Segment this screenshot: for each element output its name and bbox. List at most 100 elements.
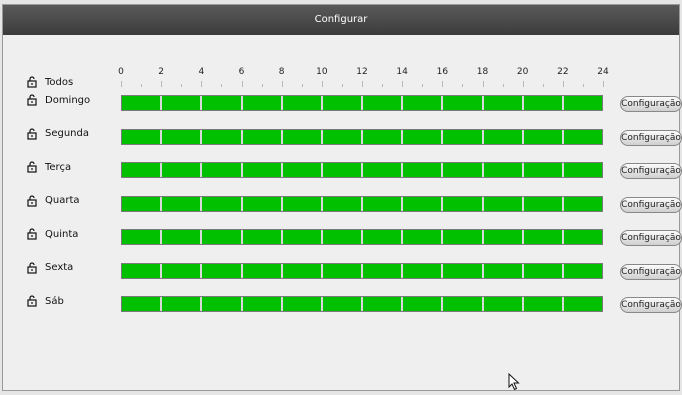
unlock-icon[interactable] bbox=[27, 76, 37, 88]
day-row-label[interactable]: Quarta bbox=[27, 194, 80, 208]
configure-day-button[interactable]: Configuração bbox=[620, 230, 682, 246]
schedule-segment[interactable] bbox=[162, 129, 203, 144]
schedule-segment[interactable] bbox=[323, 163, 364, 177]
schedule-segment[interactable] bbox=[484, 196, 524, 211]
schedule-segment[interactable] bbox=[243, 196, 283, 211]
day-schedule-bar[interactable] bbox=[121, 195, 603, 212]
day-schedule-bar[interactable] bbox=[121, 95, 603, 111]
schedule-segment[interactable] bbox=[403, 297, 444, 311]
schedule-segment[interactable] bbox=[524, 163, 564, 177]
schedule-segment[interactable] bbox=[363, 230, 404, 244]
schedule-segment[interactable] bbox=[202, 163, 243, 177]
schedule-segment[interactable] bbox=[122, 129, 163, 144]
schedule-segment[interactable] bbox=[363, 297, 404, 311]
schedule-segment[interactable] bbox=[443, 129, 484, 144]
schedule-segment[interactable] bbox=[243, 129, 283, 144]
schedule-segment[interactable] bbox=[122, 96, 163, 110]
schedule-segment[interactable] bbox=[243, 297, 283, 311]
day-schedule-bar[interactable] bbox=[121, 262, 603, 279]
schedule-segment[interactable] bbox=[443, 263, 484, 278]
schedule-segment[interactable] bbox=[484, 129, 524, 144]
schedule-segment[interactable] bbox=[243, 96, 283, 110]
schedule-segment[interactable] bbox=[443, 163, 484, 177]
unlock-icon[interactable] bbox=[27, 228, 37, 240]
schedule-segment[interactable] bbox=[162, 196, 203, 211]
day-row-label[interactable]: Terça bbox=[27, 160, 71, 174]
schedule-segment[interactable] bbox=[162, 163, 203, 177]
day-schedule-bar[interactable] bbox=[121, 296, 603, 312]
schedule-segment[interactable] bbox=[283, 129, 323, 144]
configure-day-button[interactable]: Configuração bbox=[620, 196, 682, 213]
unlock-icon[interactable] bbox=[27, 94, 37, 106]
schedule-segment[interactable] bbox=[122, 230, 163, 244]
schedule-segment[interactable] bbox=[323, 230, 364, 244]
schedule-segment[interactable] bbox=[484, 230, 524, 244]
schedule-segment[interactable] bbox=[122, 297, 163, 311]
schedule-segment[interactable] bbox=[524, 96, 564, 110]
schedule-segment[interactable] bbox=[162, 263, 203, 278]
schedule-segment[interactable] bbox=[283, 297, 323, 311]
schedule-segment[interactable] bbox=[363, 96, 404, 110]
day-schedule-bar[interactable] bbox=[121, 162, 603, 178]
schedule-segment[interactable] bbox=[484, 297, 524, 311]
schedule-segment[interactable] bbox=[202, 129, 243, 144]
unlock-icon[interactable] bbox=[27, 194, 37, 207]
schedule-segment[interactable] bbox=[443, 196, 484, 211]
all-days-row[interactable]: Todos bbox=[27, 75, 73, 89]
schedule-segment[interactable] bbox=[283, 96, 323, 110]
schedule-segment[interactable] bbox=[323, 297, 364, 311]
schedule-segment[interactable] bbox=[323, 263, 364, 278]
schedule-segment[interactable] bbox=[484, 96, 524, 110]
schedule-segment[interactable] bbox=[323, 129, 364, 144]
schedule-segment[interactable] bbox=[564, 130, 602, 144]
schedule-segment[interactable] bbox=[564, 197, 602, 211]
schedule-segment[interactable] bbox=[524, 263, 564, 278]
schedule-segment[interactable] bbox=[524, 230, 564, 244]
configure-day-button[interactable]: Configuração bbox=[620, 96, 682, 112]
day-row-label[interactable]: Segunda bbox=[27, 127, 89, 141]
schedule-segment[interactable] bbox=[243, 230, 283, 244]
day-schedule-bar[interactable] bbox=[121, 128, 603, 145]
schedule-segment[interactable] bbox=[323, 96, 364, 110]
schedule-segment[interactable] bbox=[564, 297, 602, 311]
schedule-segment[interactable] bbox=[122, 163, 163, 177]
day-row-label[interactable]: Sexta bbox=[27, 261, 73, 275]
schedule-segment[interactable] bbox=[403, 96, 444, 110]
schedule-segment[interactable] bbox=[323, 196, 364, 211]
unlock-icon[interactable] bbox=[27, 261, 37, 274]
schedule-segment[interactable] bbox=[443, 297, 484, 311]
day-schedule-bar[interactable] bbox=[121, 229, 603, 245]
day-row-label[interactable]: Quinta bbox=[27, 227, 78, 241]
schedule-segment[interactable] bbox=[524, 196, 564, 211]
configure-day-button[interactable]: Configuração bbox=[620, 263, 682, 280]
unlock-icon[interactable] bbox=[27, 295, 37, 307]
schedule-segment[interactable] bbox=[202, 96, 243, 110]
schedule-segment[interactable] bbox=[283, 196, 323, 211]
schedule-segment[interactable] bbox=[443, 96, 484, 110]
schedule-segment[interactable] bbox=[403, 163, 444, 177]
schedule-segment[interactable] bbox=[564, 230, 602, 244]
schedule-segment[interactable] bbox=[243, 263, 283, 278]
configure-day-button[interactable]: Configuração bbox=[620, 297, 682, 313]
schedule-segment[interactable] bbox=[283, 263, 323, 278]
schedule-segment[interactable] bbox=[283, 163, 323, 177]
schedule-segment[interactable] bbox=[484, 163, 524, 177]
configure-day-button[interactable]: Configuração bbox=[620, 129, 682, 146]
schedule-segment[interactable] bbox=[363, 163, 404, 177]
schedule-segment[interactable] bbox=[564, 264, 602, 278]
schedule-segment[interactable] bbox=[524, 297, 564, 311]
schedule-segment[interactable] bbox=[564, 163, 602, 177]
schedule-segment[interactable] bbox=[443, 230, 484, 244]
day-row-label[interactable]: Domingo bbox=[27, 93, 90, 107]
schedule-segment[interactable] bbox=[403, 263, 444, 278]
schedule-segment[interactable] bbox=[122, 196, 163, 211]
schedule-segment[interactable] bbox=[363, 196, 404, 211]
configure-day-button[interactable]: Configuração bbox=[620, 163, 682, 179]
schedule-segment[interactable] bbox=[363, 263, 404, 278]
schedule-segment[interactable] bbox=[363, 129, 404, 144]
schedule-segment[interactable] bbox=[403, 196, 444, 211]
day-row-label[interactable]: Sáb bbox=[27, 294, 64, 308]
schedule-segment[interactable] bbox=[243, 163, 283, 177]
schedule-segment[interactable] bbox=[202, 263, 243, 278]
schedule-segment[interactable] bbox=[524, 129, 564, 144]
